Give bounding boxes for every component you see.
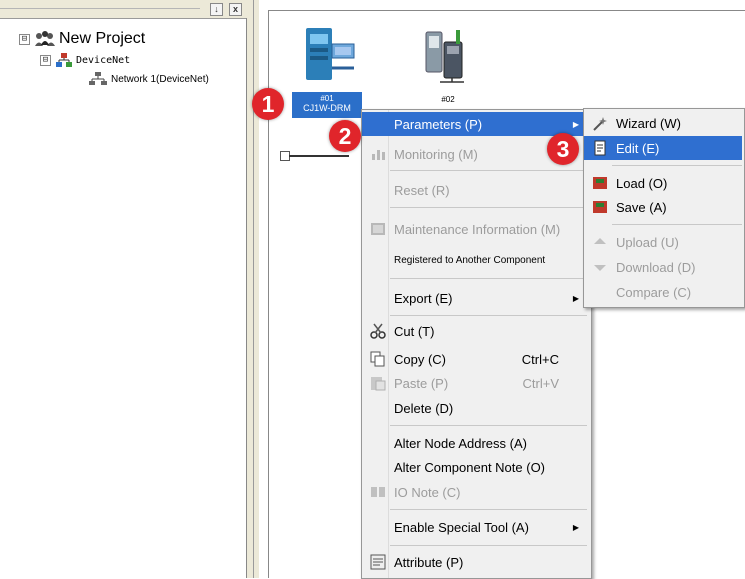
node2-device[interactable] <box>422 26 472 87</box>
submenu-arrow-icon: ▶ <box>572 119 579 129</box>
io-note-icon <box>371 487 385 497</box>
project-icon <box>35 31 55 46</box>
menu-item-alter-component-note[interactable]: Alter Component Note (O) <box>362 455 589 479</box>
step-badge-3: 3 <box>547 133 579 165</box>
pane-splitter[interactable] <box>247 0 259 578</box>
submenu-arrow-icon: ▶ <box>572 522 579 532</box>
submenu-item-save[interactable]: Save (A) <box>584 195 742 219</box>
menu-item-reset[interactable]: Reset (R) <box>362 178 589 202</box>
copy-icon <box>370 351 385 367</box>
submenu-item-edit[interactable]: Edit (E) <box>584 136 742 160</box>
menu-item-parameters[interactable]: Parameters (P) ▶ <box>362 112 589 136</box>
tree-item-network[interactable]: Network 1(DeviceNet) <box>88 71 209 87</box>
pin-button[interactable]: ↓ <box>210 3 223 16</box>
node-context-menu: Parameters (P) ▶ Monitoring (M) Reset (R… <box>361 109 592 579</box>
menu-item-paste[interactable]: Paste (P) Ctrl+V <box>362 371 589 395</box>
menu-item-maintenance[interactable]: Maintenance Information (M) <box>362 217 589 241</box>
menu-separator <box>612 165 742 166</box>
submenu-item-load[interactable]: Load (O) <box>584 171 742 195</box>
menu-separator <box>390 425 587 426</box>
tree-pane-body <box>0 18 247 578</box>
edit-icon <box>594 140 606 156</box>
submenu-arrow-icon: ▶ <box>572 293 579 303</box>
node1-selected-label[interactable]: #01 CJ1W-DRM <box>292 92 362 118</box>
menu-separator <box>390 315 587 316</box>
node1-device-icon <box>306 28 355 80</box>
tree-item-devicenet[interactable]: ⊟ DeviceNet <box>40 52 130 68</box>
tree-project-label: New Project <box>59 30 146 47</box>
menu-item-alter-node-address[interactable]: Alter Node Address (A) <box>362 431 589 455</box>
menu-item-io-note[interactable]: IO Note (C) <box>362 480 589 504</box>
close-pane-button[interactable]: x <box>229 3 242 16</box>
attribute-icon <box>370 554 386 570</box>
menu-item-copy[interactable]: Copy (C) Ctrl+C <box>362 347 589 371</box>
parameters-submenu: Wizard (W) Edit (E) Load (O) Save (A) Up… <box>583 108 745 308</box>
titlebar-grip <box>0 8 200 9</box>
step-badge-1: 1 <box>252 88 284 120</box>
wizard-icon <box>593 117 607 131</box>
node1-model: CJ1W-DRM <box>303 103 351 113</box>
node2-device-icon <box>425 30 464 83</box>
network-trunk-line <box>289 155 349 157</box>
menu-separator <box>390 278 587 279</box>
save-icon <box>593 201 607 213</box>
load-icon <box>593 177 607 189</box>
paste-icon <box>371 377 386 391</box>
expand-toggle[interactable]: ⊟ <box>40 54 51 66</box>
tree-item-project[interactable]: ⊟ New Project <box>19 30 145 48</box>
node1-device[interactable] <box>302 24 358 89</box>
submenu-item-download[interactable]: Download (D) <box>584 255 742 279</box>
menu-separator <box>390 545 587 546</box>
node1-number: #01 <box>320 94 334 103</box>
menu-item-enable-special-tool[interactable]: Enable Special Tool (A) ▶ <box>362 515 589 539</box>
menu-item-export[interactable]: Export (E) ▶ <box>362 286 589 310</box>
menu-separator <box>390 207 587 208</box>
node2-number: #02 <box>441 95 455 104</box>
menu-item-delete[interactable]: Delete (D) <box>362 396 589 420</box>
network-icon <box>89 72 107 85</box>
expand-toggle[interactable]: ⊟ <box>19 33 30 45</box>
monitoring-icon <box>372 150 385 160</box>
menu-item-register-component[interactable]: Registered to Another Component <box>362 248 589 272</box>
menu-separator <box>390 170 587 171</box>
submenu-item-compare[interactable]: Compare (C) <box>584 280 742 304</box>
devicenet-icon <box>56 53 72 67</box>
tree-devicenet-label: DeviceNet <box>76 54 131 66</box>
menu-separator <box>390 509 587 510</box>
submenu-item-wizard[interactable]: Wizard (W) <box>584 111 742 135</box>
submenu-item-upload[interactable]: Upload (U) <box>584 230 742 254</box>
download-icon <box>594 265 606 271</box>
menu-item-cut[interactable]: Cut (T) <box>362 319 589 343</box>
menu-separator <box>612 224 742 225</box>
project-tree-pane: ↓ x ⊟ New Project ⊟ DeviceNet Network 1(… <box>0 0 247 578</box>
tree-pane-titlebar: ↓ x <box>0 0 247 19</box>
upload-icon <box>594 238 606 244</box>
cut-icon <box>370 323 386 339</box>
step-badge-2: 2 <box>329 120 361 152</box>
maintenance-icon <box>371 223 385 235</box>
tree-network-label: Network 1(DeviceNet) <box>111 73 209 85</box>
menu-item-attribute[interactable]: Attribute (P) <box>362 550 589 574</box>
